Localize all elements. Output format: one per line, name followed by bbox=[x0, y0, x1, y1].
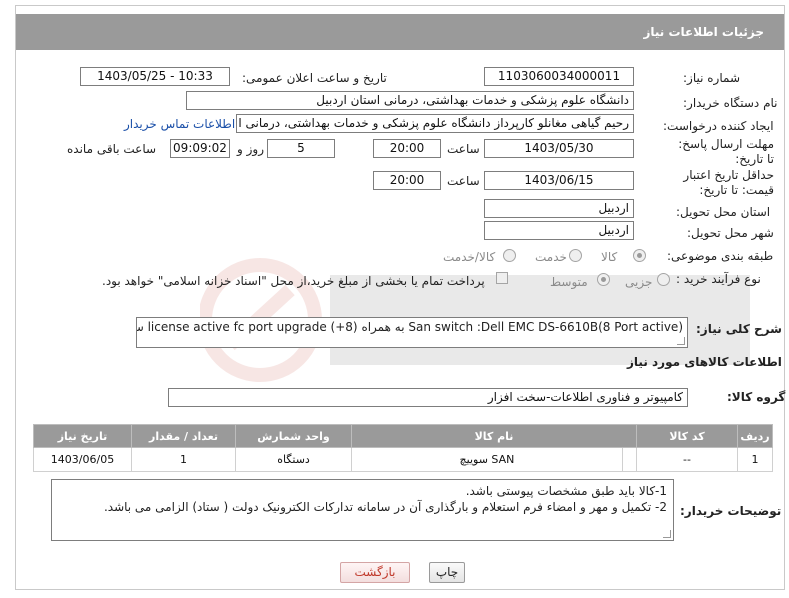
notes-line-1: 1-کالا باید طبق مشخصات پیوستی باشد. bbox=[465, 484, 667, 498]
category-service-radio[interactable] bbox=[569, 249, 582, 262]
remaining-label: ساعت باقی مانده bbox=[67, 142, 157, 156]
category-goods-label: کالا bbox=[601, 250, 618, 264]
goods-table-header: تاریخ نیاز تعداد / مقدار واحد شمارش نام … bbox=[33, 424, 773, 448]
goods-group-label: گروه کالا: bbox=[727, 390, 786, 404]
requester-field[interactable]: رحیم گیاهی مغانلو کارپرداز دانشگاه علوم … bbox=[236, 114, 634, 133]
col-name-header: نام کالا bbox=[351, 424, 637, 448]
goods-section-title: اطلاعات کالاهای مورد نیاز bbox=[627, 355, 782, 369]
announce-field[interactable]: 1403/05/25 - 10:33 bbox=[80, 67, 230, 86]
city-field[interactable]: اردبیل bbox=[484, 221, 634, 240]
treasury-payment-checkbox[interactable] bbox=[496, 272, 508, 284]
process-minor-radio[interactable] bbox=[657, 273, 670, 286]
category-both-radio[interactable] bbox=[503, 249, 516, 262]
notes-line-2: 2- تکمیل و مهر و امضاء فرم استعلام و بار… bbox=[103, 500, 667, 514]
process-medium-label: متوسط bbox=[550, 275, 588, 289]
goods-table: تاریخ نیاز تعداد / مقدار واحد شمارش نام … bbox=[33, 424, 773, 472]
cell-name-cont bbox=[621, 447, 638, 472]
resize-handle[interactable] bbox=[663, 530, 671, 538]
province-field[interactable]: اردبیل bbox=[484, 199, 634, 218]
process-minor-label: جزیی bbox=[625, 275, 653, 289]
deadline-time-field[interactable]: 20:00 bbox=[373, 139, 441, 158]
notes-textarea[interactable]: 1-کالا باید طبق مشخصات پیوستی باشد. 2- ت… bbox=[51, 479, 674, 541]
validity-date-field[interactable]: 1403/06/15 bbox=[484, 171, 634, 190]
days-field[interactable]: 5 bbox=[267, 139, 335, 158]
buyer-label: نام دستگاه خریدار: bbox=[683, 96, 778, 110]
col-date-header: تاریخ نیاز bbox=[33, 424, 132, 448]
treasury-payment-note: پرداخت تمام یا بخشی از مبلغ خرید،از محل … bbox=[102, 274, 485, 288]
cell-row: 1 bbox=[737, 447, 773, 472]
summary-text: San switch :Dell EMC DS-6610B(8 Port act… bbox=[137, 320, 683, 334]
col-row-header: ردیف bbox=[737, 424, 773, 448]
category-both-label: کالا/خدمت bbox=[443, 250, 496, 264]
col-code-header: کد کالا bbox=[636, 424, 738, 448]
deadline-time-label: ساعت bbox=[447, 142, 480, 156]
deadline-label: مهلت ارسال پاسخ: تا تاریخ: bbox=[678, 137, 774, 166]
process-label: نوع فرآیند خرید : bbox=[676, 272, 761, 286]
summary-textarea[interactable]: San switch :Dell EMC DS-6610B(8 Port act… bbox=[136, 317, 688, 348]
validity-time-label: ساعت bbox=[447, 174, 480, 188]
validity-time-field[interactable]: 20:00 bbox=[373, 171, 441, 190]
cell-code: -- bbox=[636, 447, 738, 472]
buyer-field[interactable]: دانشگاه علوم پزشکی و خدمات بهداشتی، درما… bbox=[186, 91, 634, 110]
deadline-date-field[interactable]: 1403/05/30 bbox=[484, 139, 634, 158]
category-service-label: خدمت bbox=[535, 250, 567, 264]
cell-name: سوییچ SAN bbox=[351, 447, 623, 472]
category-goods-radio[interactable] bbox=[633, 249, 646, 262]
province-label: استان محل تحویل: bbox=[676, 205, 771, 219]
remaining-time-field[interactable]: 09:09:02 bbox=[170, 139, 230, 158]
back-button[interactable]: بازگشت bbox=[340, 562, 410, 583]
print-button[interactable]: چاپ bbox=[429, 562, 465, 583]
goods-group-field[interactable]: کامپیوتر و فناوری اطلاعات-سخت افزار bbox=[168, 388, 688, 407]
cell-qty: 1 bbox=[131, 447, 236, 472]
category-label: طبقه بندی موضوعی: bbox=[667, 249, 774, 263]
col-qty-header: تعداد / مقدار bbox=[131, 424, 236, 448]
need-number-label: شماره نیاز: bbox=[683, 71, 740, 85]
panel-title: جزئیات اطلاعات نیاز bbox=[16, 14, 784, 50]
notes-label: توضیحات خریدار: bbox=[680, 504, 782, 518]
city-label: شهر محل تحویل: bbox=[687, 226, 774, 240]
contact-buyer-link[interactable]: اطلاعات تماس خریدار bbox=[124, 117, 235, 131]
col-unit-header: واحد شمارش bbox=[235, 424, 352, 448]
table-row[interactable]: 1403/06/05 1 دستگاه سوییچ SAN -- 1 bbox=[33, 447, 773, 472]
validity-label: حداقل تاریخ اعتبار قیمت: تا تاریخ: bbox=[683, 168, 774, 197]
cell-unit: دستگاه bbox=[235, 447, 352, 472]
summary-label: شرح کلی نیاز: bbox=[696, 322, 782, 336]
cell-date: 1403/06/05 bbox=[33, 447, 132, 472]
process-medium-radio[interactable] bbox=[597, 273, 610, 286]
requester-label: ایجاد کننده درخواست: bbox=[663, 119, 774, 133]
days-label: روز و bbox=[237, 142, 264, 156]
announce-label: تاریخ و ساعت اعلان عمومی: bbox=[242, 71, 387, 85]
need-number-field[interactable]: 1103060034000011 bbox=[484, 67, 634, 86]
resize-handle[interactable] bbox=[677, 337, 685, 345]
